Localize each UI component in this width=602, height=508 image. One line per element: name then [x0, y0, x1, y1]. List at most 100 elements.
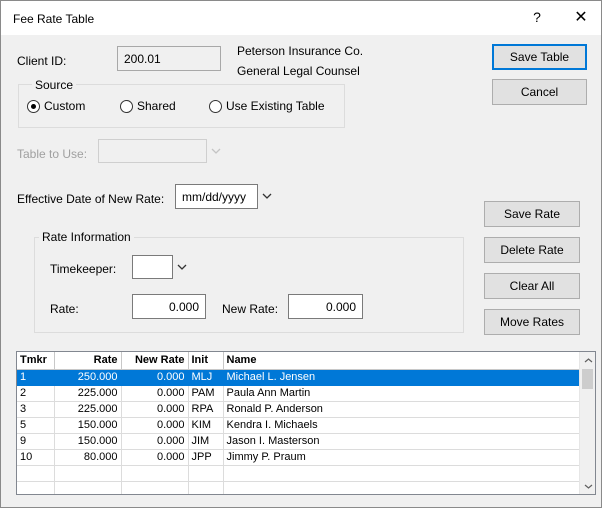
- delete-rate-button[interactable]: Delete Rate: [484, 237, 580, 263]
- rate-label: Rate:: [50, 302, 79, 316]
- radio-use-existing-table[interactable]: Use Existing Table: [209, 99, 325, 113]
- cell-tmkr: 1: [17, 369, 55, 386]
- cell-name: Jason I. Masterson: [223, 433, 580, 450]
- table-row[interactable]: [17, 481, 580, 494]
- column-header-tmkr[interactable]: Tmkr: [17, 352, 55, 370]
- cell-rate: 150.000: [54, 417, 122, 434]
- radio-use-existing-indicator: [209, 99, 222, 113]
- help-button[interactable]: ?: [529, 9, 545, 25]
- cell-rate: 250.000: [54, 369, 122, 386]
- cell-init: JIM: [188, 433, 224, 450]
- table-row[interactable]: 1 250.000 0.000 MLJ Michael L. Jensen: [17, 369, 580, 386]
- chevron-down-icon[interactable]: [175, 260, 189, 274]
- radio-shared[interactable]: Shared: [120, 99, 176, 113]
- scrollbar-thumb[interactable]: [582, 369, 593, 389]
- cell-rate: 225.000: [54, 385, 122, 402]
- cell-init: [188, 465, 224, 482]
- cell-tmkr: 9: [17, 433, 55, 450]
- move-rates-button[interactable]: Move Rates: [484, 309, 580, 335]
- cell-name: Kendra I. Michaels: [223, 417, 580, 434]
- radio-custom[interactable]: Custom: [27, 99, 85, 113]
- chevron-down-icon[interactable]: [260, 189, 274, 203]
- table-to-use-label: Table to Use:: [17, 147, 88, 161]
- radio-shared-indicator: [120, 99, 133, 113]
- save-rate-button[interactable]: Save Rate: [484, 201, 580, 227]
- rate-value: 0.000: [168, 299, 199, 314]
- cancel-button[interactable]: Cancel: [492, 79, 587, 105]
- timekeeper-field[interactable]: [132, 255, 173, 279]
- vertical-scrollbar[interactable]: [579, 352, 595, 494]
- cell-tmkr: 10: [17, 449, 55, 466]
- new-rate-value: 0.000: [325, 299, 356, 314]
- cell-init: MLJ: [188, 369, 224, 386]
- cell-init: RPA: [188, 401, 224, 418]
- radio-use-existing-label: Use Existing Table: [226, 99, 325, 113]
- rate-field[interactable]: 0.000: [132, 294, 206, 319]
- cell-new-rate: [121, 481, 189, 494]
- column-header-init[interactable]: Init: [188, 352, 224, 370]
- rate-information-group: [34, 237, 464, 333]
- cell-name: Ronald P. Anderson: [223, 401, 580, 418]
- cell-tmkr: 5: [17, 417, 55, 434]
- cell-name: Paula Ann Martin: [223, 385, 580, 402]
- chevron-up-icon[interactable]: [580, 352, 595, 368]
- cell-name: Jimmy P. Praum: [223, 449, 580, 466]
- effective-date-label: Effective Date of New Rate:: [17, 192, 165, 206]
- cell-tmkr: [17, 481, 55, 494]
- source-group-title: Source: [32, 78, 77, 92]
- cell-init: KIM: [188, 417, 224, 434]
- client-name-line1: Peterson Insurance Co.: [237, 44, 364, 58]
- cell-rate: [54, 465, 122, 482]
- cell-new-rate: 0.000: [121, 433, 189, 450]
- new-rate-field[interactable]: 0.000: [288, 294, 363, 319]
- close-button[interactable]: ✕: [571, 7, 591, 27]
- window-title: Fee Rate Table: [13, 12, 95, 26]
- cell-init: JPP: [188, 449, 224, 466]
- new-rate-label: New Rate:: [222, 302, 279, 316]
- cell-rate: 150.000: [54, 433, 122, 450]
- fee-rate-table-dialog: Fee Rate Table ? ✕ Client ID: 200.01 Pet…: [0, 0, 602, 508]
- chevron-down-icon[interactable]: [209, 144, 223, 158]
- cell-name: [223, 465, 580, 482]
- cell-new-rate: 0.000: [121, 401, 189, 418]
- cell-new-rate: 0.000: [121, 385, 189, 402]
- title-bar: Fee Rate Table ? ✕: [1, 1, 601, 35]
- cell-init: PAM: [188, 385, 224, 402]
- cell-new-rate: 0.000: [121, 449, 189, 466]
- cell-tmkr: 3: [17, 401, 55, 418]
- radio-shared-label: Shared: [137, 99, 176, 113]
- radio-custom-indicator: [27, 99, 40, 113]
- effective-date-value: mm/dd/yyyy: [182, 189, 247, 204]
- client-name-line2: General Legal Counsel: [237, 64, 360, 78]
- chevron-down-icon[interactable]: [580, 478, 595, 494]
- cell-init: [188, 481, 224, 494]
- table-row[interactable]: 3 225.000 0.000 RPA Ronald P. Anderson: [17, 401, 580, 418]
- table-row[interactable]: [17, 465, 580, 482]
- cell-new-rate: 0.000: [121, 369, 189, 386]
- table-row[interactable]: 5 150.000 0.000 KIM Kendra I. Michaels: [17, 417, 580, 434]
- cell-rate: [54, 481, 122, 494]
- table-row[interactable]: 9 150.000 0.000 JIM Jason I. Masterson: [17, 433, 580, 450]
- table-row[interactable]: 2 225.000 0.000 PAM Paula Ann Martin: [17, 385, 580, 402]
- client-id-field[interactable]: 200.01: [117, 46, 221, 71]
- cell-name: [223, 481, 580, 494]
- radio-custom-label: Custom: [44, 99, 86, 113]
- column-header-new-rate[interactable]: New Rate: [121, 352, 189, 370]
- clear-all-button[interactable]: Clear All: [484, 273, 580, 299]
- column-header-name[interactable]: Name: [223, 352, 580, 370]
- client-id-value: 200.01: [124, 51, 161, 66]
- cell-name: Michael L. Jensen: [223, 369, 580, 386]
- rates-grid[interactable]: Tmkr Rate New Rate Init Name 1 250.000 0…: [16, 351, 596, 495]
- save-table-button[interactable]: Save Table: [492, 44, 587, 70]
- cell-tmkr: [17, 465, 55, 482]
- table-row[interactable]: 10 80.000 0.000 JPP Jimmy P. Praum: [17, 449, 580, 466]
- column-header-rate[interactable]: Rate: [54, 352, 122, 370]
- cell-new-rate: [121, 465, 189, 482]
- effective-date-field[interactable]: mm/dd/yyyy: [175, 184, 258, 209]
- timekeeper-label: Timekeeper:: [50, 262, 117, 276]
- cell-tmkr: 2: [17, 385, 55, 402]
- client-id-label: Client ID:: [17, 54, 67, 68]
- table-to-use-field[interactable]: [98, 139, 207, 163]
- table-header-row: Tmkr Rate New Rate Init Name: [17, 352, 580, 370]
- rates-table: Tmkr Rate New Rate Init Name 1 250.000 0…: [17, 352, 580, 494]
